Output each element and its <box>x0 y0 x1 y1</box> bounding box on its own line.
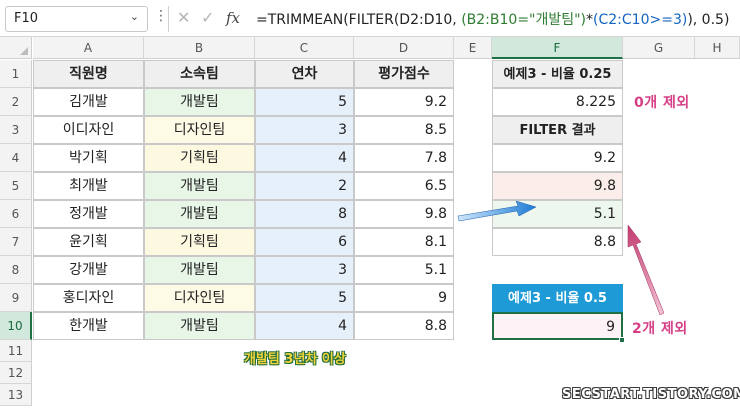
table-cell-years[interactable]: 5 <box>255 88 354 116</box>
table-cell-name[interactable]: 박기획 <box>33 144 144 172</box>
formula-buttons: ✕ ✓ fx <box>168 6 248 32</box>
table-cell-name[interactable]: 윤기획 <box>33 228 144 256</box>
insert-function-icon[interactable]: fx <box>226 9 240 27</box>
row-header[interactable]: 7 <box>0 228 32 256</box>
filter-result-title[interactable]: FILTER 결과 <box>492 116 623 144</box>
formula-part: ), 0.5) <box>687 12 730 28</box>
example1-title[interactable]: 예제3 - 비율 0.25 <box>492 60 623 88</box>
two-excluded-label: 2개 제외 <box>632 321 688 337</box>
table-cell-team[interactable]: 디자인팀 <box>144 284 255 312</box>
formula-part: (C2:C10>=3) <box>593 12 688 28</box>
selected-cell-f10[interactable]: 9 <box>492 312 623 340</box>
row-header[interactable]: 9 <box>0 284 32 312</box>
fill-handle[interactable] <box>619 337 625 343</box>
table-cell-team[interactable]: 기획팀 <box>144 144 255 172</box>
name-box[interactable]: F10 ⌄ <box>5 6 148 32</box>
table-header: 직원명 <box>33 60 144 88</box>
table-cell-name[interactable]: 한개발 <box>33 312 144 340</box>
table-cell-score[interactable]: 8.1 <box>354 228 454 256</box>
table-cell-name[interactable]: 정개발 <box>33 200 144 228</box>
chevron-down-icon[interactable]: ⌄ <box>130 10 139 23</box>
cancel-icon[interactable]: ✕ <box>177 8 190 27</box>
confirm-icon[interactable]: ✓ <box>201 8 214 27</box>
table-cell-years[interactable]: 8 <box>255 200 354 228</box>
table-cell-name[interactable]: 강개발 <box>33 256 144 284</box>
row-header[interactable]: 2 <box>0 88 32 116</box>
table-cell-years[interactable]: 2 <box>255 172 354 200</box>
table-cell-team[interactable]: 개발팀 <box>144 312 255 340</box>
table-cell-years[interactable]: 4 <box>255 144 354 172</box>
table-cell-score[interactable]: 8.8 <box>354 312 454 340</box>
name-box-value: F10 <box>14 11 39 26</box>
row-header[interactable]: 8 <box>0 256 32 284</box>
table-cell-name[interactable]: 김개발 <box>33 88 144 116</box>
row-header[interactable]: 13 <box>0 384 32 406</box>
table-cell-years[interactable]: 3 <box>255 256 354 284</box>
column-header-e[interactable]: E <box>454 37 492 59</box>
table-cell-score[interactable]: 5.1 <box>354 256 454 284</box>
formula-input[interactable]: =TRIMMEAN(FILTER(D2:D10, (B2:B10="개발팀")*… <box>256 9 729 29</box>
row-header[interactable]: 5 <box>0 172 32 200</box>
table-cell-team[interactable]: 개발팀 <box>144 256 255 284</box>
filter-result-value[interactable]: 9.8 <box>492 172 623 200</box>
column-header-h[interactable]: H <box>695 37 740 59</box>
condition-note: 개발팀 3년차 이상 <box>244 352 346 367</box>
table-cell-team[interactable]: 디자인팀 <box>144 116 255 144</box>
example1-value[interactable]: 8.225 <box>492 88 623 116</box>
row-header[interactable]: 6 <box>0 200 32 228</box>
row-header[interactable]: 1 <box>0 60 32 88</box>
table-cell-score[interactable]: 8.5 <box>354 116 454 144</box>
table-cell-score[interactable]: 9 <box>354 284 454 312</box>
table-cell-team[interactable]: 기획팀 <box>144 228 255 256</box>
table-cell-score[interactable]: 6.5 <box>354 172 454 200</box>
table-cell-team[interactable]: 개발팀 <box>144 88 255 116</box>
table-cell-score[interactable]: 9.8 <box>354 200 454 228</box>
table-cell-years[interactable]: 5 <box>255 284 354 312</box>
zero-excluded-label: 0개 제외 <box>634 95 690 111</box>
column-header-g[interactable]: G <box>623 37 695 59</box>
column-header-f[interactable]: F <box>492 37 623 59</box>
row-header[interactable]: 3 <box>0 116 32 144</box>
column-header-c[interactable]: C <box>255 37 354 59</box>
table-cell-score[interactable]: 9.2 <box>354 88 454 116</box>
formula-part: * <box>586 12 594 28</box>
more-options-icon[interactable]: ⋮ <box>154 8 168 24</box>
select-all-corner[interactable] <box>0 37 32 59</box>
table-cell-name[interactable]: 이디자인 <box>33 116 144 144</box>
row-header[interactable]: 12 <box>0 362 32 384</box>
filter-result-value[interactable]: 9.2 <box>492 144 623 172</box>
table-cell-name[interactable]: 최개발 <box>33 172 144 200</box>
table-cell-years[interactable]: 3 <box>255 116 354 144</box>
formula-part: =TRIMMEAN(FILTER(D2:D10, <box>256 12 462 28</box>
row-header[interactable]: 11 <box>0 340 32 362</box>
watermark: SECSTART.TISTORY.COM <box>562 387 740 402</box>
row-header[interactable]: 4 <box>0 144 32 172</box>
table-cell-years[interactable]: 6 <box>255 228 354 256</box>
table-cell-name[interactable]: 홍디자인 <box>33 284 144 312</box>
pink-arrow-icon <box>627 224 665 316</box>
filter-result-value[interactable]: 8.8 <box>492 228 623 256</box>
table-cell-team[interactable]: 개발팀 <box>144 172 255 200</box>
formula-bar: F10 ⌄ ⋮ ✕ ✓ fx =TRIMMEAN(FILTER(D2:D10, … <box>0 0 740 37</box>
column-header-a[interactable]: A <box>33 37 144 59</box>
table-header: 평가점수 <box>354 60 454 88</box>
table-cell-years[interactable]: 4 <box>255 312 354 340</box>
table-header: 연차 <box>255 60 354 88</box>
table-cell-team[interactable]: 개발팀 <box>144 200 255 228</box>
row-header[interactable]: 10 <box>0 312 32 340</box>
table-cell-score[interactable]: 7.8 <box>354 144 454 172</box>
example2-title[interactable]: 예제3 - 비율 0.5 <box>492 284 623 312</box>
column-header-d[interactable]: D <box>354 37 454 59</box>
table-header: 소속팀 <box>144 60 255 88</box>
filter-result-value[interactable]: 5.1 <box>492 200 623 228</box>
column-header-b[interactable]: B <box>144 37 255 59</box>
formula-part: (B2:B10="개발팀") <box>461 12 587 28</box>
